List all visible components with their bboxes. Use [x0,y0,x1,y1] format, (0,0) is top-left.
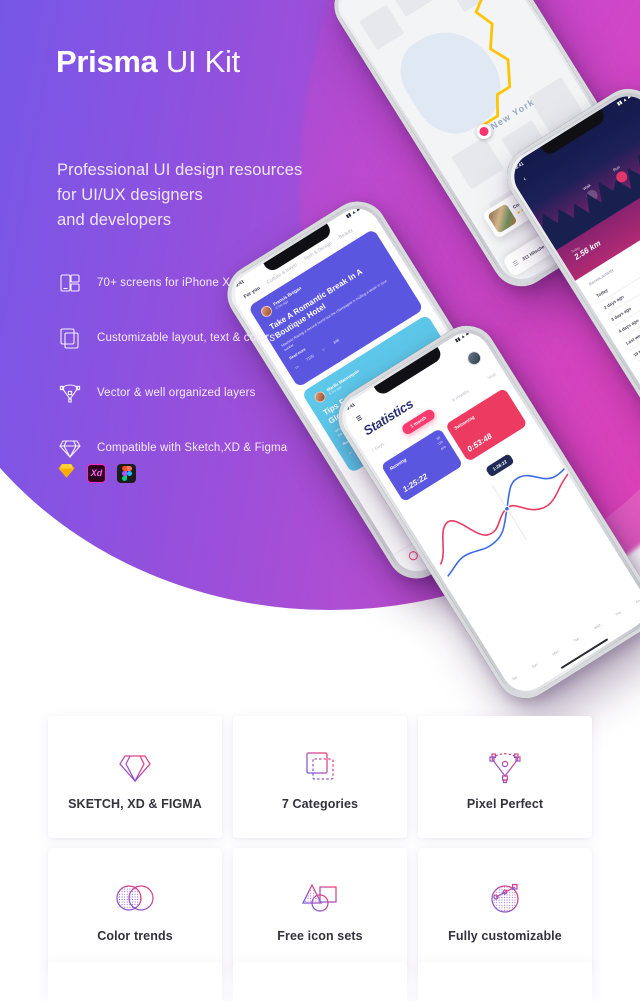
adobe-xd-logo: Xd [87,463,106,483]
card-label: SKETCH, XD & FIGMA [68,797,202,811]
sketch-logo [57,461,76,485]
feature-card-placeholder[interactable] [48,962,222,1001]
feature-card-fully-customizable[interactable]: Fully customizable [418,848,592,970]
feature-card-placeholder[interactable] [233,962,407,1001]
page-title: Prisma UI Kit [56,44,240,80]
color-circles-icon [113,875,157,921]
feature-card-free-icon-sets[interactable]: Free icon sets [233,848,407,970]
feature-card-sketch-xd-figma[interactable]: SKETCH, XD & FIGMA [48,716,222,838]
hero-content: Prisma UI Kit Professional UI design res… [0,0,640,620]
features-card-grid-row3 [48,962,592,1001]
feature-label: Customizable layout, text & colors [97,331,276,344]
card-label: Color trends [97,929,173,943]
editable-circle-icon [485,875,525,921]
figma-logo [117,463,136,483]
feature-item-vector: Vector & well organized layers [57,375,357,410]
feature-label: Compatible with Sketch,XD & Figma [97,441,288,454]
card-label: Free icon sets [277,929,363,943]
feature-card-categories[interactable]: 7 Categories [233,716,407,838]
pen-tool-icon [484,743,526,789]
vector-pen-icon [57,380,83,406]
shapes-icon [299,875,341,921]
diamond-icon [57,435,83,461]
hero-subtitle: Professional UI design resources for UI/… [57,161,303,229]
axis-tick: Mon [551,649,560,657]
axis-tick: Wed [593,623,602,631]
supported-apps-logos: Xd [57,461,136,485]
card-label: Pixel Perfect [466,797,544,811]
screens-icon [57,270,83,296]
brand-name: Prisma [56,44,158,79]
axis-tick: Sun [531,662,539,670]
feature-label: Vector & well organized layers [97,386,256,399]
axis-tick: Tue [572,636,580,644]
brand-suffix: UI Kit [157,44,240,79]
card-label: 7 Categories [281,797,359,811]
feature-item-compatible: Compatible with Sketch,XD & Figma [57,430,357,465]
feature-card-color-trends[interactable]: Color trends [48,848,222,970]
feature-item-customizable: Customizable layout, text & colors [57,320,357,355]
layers-icon [57,325,83,351]
features-card-grid: SKETCH, XD & FIGMA 7 Categories Pixel Pe… [48,716,592,970]
feature-card-pixel-perfect[interactable]: Pixel Perfect [418,716,592,838]
feature-item-screens: 70+ screens for iPhone X [57,265,357,300]
card-label: Fully customizable [448,929,562,943]
feature-label: 70+ screens for iPhone X [97,276,231,289]
stacked-squares-icon [300,743,340,789]
landing-page: 9:41 ▮▮ ▲ ▰ [0,0,640,1001]
hero-feature-list: 70+ screens for iPhone X Customizable la… [57,265,357,485]
feature-card-placeholder[interactable] [418,962,592,1001]
axis-tick: Sat [511,675,518,682]
diamond-icon [115,743,155,789]
